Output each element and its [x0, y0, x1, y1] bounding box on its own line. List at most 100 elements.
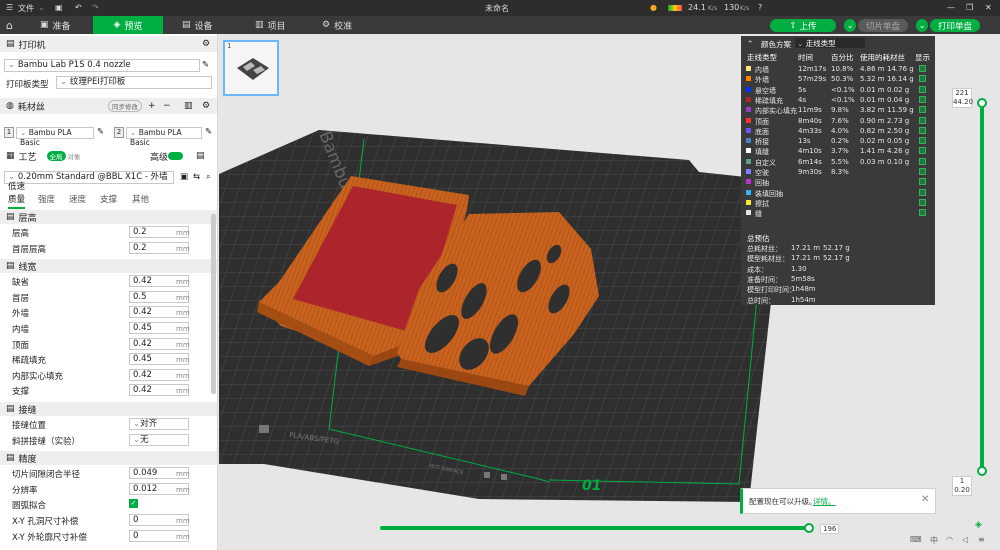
collapse-icon[interactable]: ⌃ — [747, 39, 753, 48]
restore-icon[interactable]: ❐ — [966, 3, 973, 12]
swatch-icon[interactable]: ▥ — [184, 101, 193, 111]
tab-device[interactable]: ▤ 设备 — [182, 16, 232, 34]
subtab-support[interactable]: 支撑 — [100, 193, 117, 205]
tab-prepare[interactable]: ▣ 准备 — [40, 16, 90, 34]
show-checkbox[interactable] — [919, 85, 926, 93]
close-icon[interactable]: ✕ — [921, 494, 929, 505]
layer-top-number: 221 — [955, 89, 969, 97]
edit-icon[interactable]: ✎ — [202, 60, 209, 70]
show-checkbox[interactable] — [919, 126, 926, 134]
gear-icon[interactable]: ⚙ — [202, 101, 210, 111]
plate-thumbnail[interactable]: 1 — [223, 40, 279, 96]
edit-icon[interactable]: ✎ — [97, 127, 104, 137]
move-slider-handle[interactable] — [804, 523, 814, 533]
show-checkbox[interactable] — [919, 116, 926, 124]
line-percent: 50.3% — [831, 75, 854, 84]
remove-icon[interactable]: − — [163, 101, 171, 111]
layer-bottom-height: 0.20 — [954, 486, 970, 494]
ime-icon[interactable]: 中 — [930, 535, 938, 546]
add-icon[interactable]: + — [148, 101, 156, 111]
settings-scrollbar[interactable] — [211, 214, 216, 394]
line-weight: 0.05 g — [887, 137, 910, 146]
global-toggle[interactable]: 全局 — [46, 151, 66, 161]
close-icon[interactable]: ✕ — [985, 3, 992, 12]
subtab-quality[interactable]: 质量 — [8, 193, 26, 209]
volume-icon[interactable]: ◁ — [962, 535, 968, 544]
wifi-icon[interactable]: ◠ — [946, 535, 953, 544]
slice-plate-button[interactable]: 切片单盘 — [858, 19, 908, 32]
color-scheme-label: 颜色方案 — [761, 40, 791, 49]
setting-input[interactable]: ⌄对齐 — [129, 418, 189, 430]
minimize-icon[interactable]: — — [947, 3, 955, 12]
search-icon[interactable]: ⌕ — [206, 172, 211, 182]
move-slider-track[interactable] — [380, 526, 808, 530]
layer-slider-track[interactable] — [980, 100, 984, 470]
sync-filament-button[interactable]: 同步修改 — [108, 100, 142, 112]
advanced-switch[interactable] — [168, 152, 183, 160]
home-icon[interactable]: ⌂ — [6, 16, 13, 34]
show-checkbox[interactable] — [919, 95, 926, 103]
subtab-speed[interactable]: 速度 — [69, 193, 86, 205]
notification-details-link[interactable]: 详情。 — [813, 496, 836, 507]
menu-icon[interactable]: ☰ — [6, 3, 13, 12]
plate-type-select[interactable]: ⌄ 纹理PEI打印板 — [56, 76, 212, 89]
show-checkbox[interactable] — [919, 168, 926, 175]
arc-fitting-checkbox[interactable]: ✓ — [129, 499, 138, 509]
line-percent: 3.7% — [831, 147, 849, 156]
undo-icon[interactable]: ↶ — [75, 3, 82, 12]
layer-slider-bottom-handle[interactable] — [977, 466, 987, 476]
compare-icon[interactable]: ⇆ — [193, 172, 200, 182]
show-checkbox[interactable] — [919, 188, 926, 196]
line-time: 4m33s — [798, 126, 822, 135]
column-header: 时间 — [798, 53, 813, 62]
tab-preview[interactable]: ◈ 预览 — [93, 16, 163, 34]
process-preset-select[interactable]: ⌄ 0.20mm Standard @BBL X1C - 外墙低速 — [4, 171, 174, 192]
subtab-strength[interactable]: 强度 — [38, 193, 55, 205]
shield-icon[interactable]: ● — [650, 3, 657, 12]
filament-slot-2[interactable]: 2 — [114, 127, 124, 138]
help-icon[interactable]: ? — [758, 3, 762, 12]
filament-select-1[interactable]: ⌄ Bambu PLA Basic — [16, 127, 94, 147]
show-checkbox[interactable] — [919, 137, 926, 145]
show-checkbox[interactable] — [919, 147, 926, 155]
show-checkbox[interactable] — [919, 75, 926, 83]
bed-logo-icon — [259, 425, 269, 433]
keyboard-icon[interactable]: ⌨ — [910, 535, 922, 544]
layers-icon[interactable]: ≡ — [978, 535, 985, 544]
setting-label: X-Y 外轮廓尺寸补偿 — [12, 532, 87, 543]
layers-toggle-icon[interactable]: ◈ — [975, 520, 982, 530]
redo-icon[interactable]: ↷ — [92, 3, 99, 12]
color-swatch — [746, 66, 751, 71]
show-checkbox[interactable] — [919, 198, 926, 206]
object-toggle[interactable]: 对象 — [68, 151, 81, 161]
upload-button[interactable]: ⇧ 上传 — [770, 19, 836, 32]
line-percent: 9.8% — [831, 106, 849, 115]
tab-project[interactable]: ▥ 项目 — [255, 16, 305, 34]
color-scheme-select[interactable]: ⌄ 走线类型 — [795, 38, 865, 48]
edit-icon[interactable]: ✎ — [205, 127, 212, 137]
setting-label: 稀疏填充 — [12, 356, 47, 367]
save-icon[interactable]: ▣ — [180, 172, 188, 182]
layer-slider-top-handle[interactable] — [977, 98, 987, 108]
show-checkbox[interactable] — [919, 65, 926, 72]
gear-icon[interactable]: ⚙ — [202, 39, 210, 49]
save-icon[interactable]: ▣ — [55, 3, 63, 12]
chevron-down-icon[interactable]: ⌄ — [38, 3, 45, 12]
color-swatch — [746, 179, 751, 185]
show-checkbox[interactable] — [919, 106, 926, 114]
filament-slot-1[interactable]: 1 — [4, 127, 14, 138]
setting-input[interactable]: ⌄无 — [129, 433, 189, 446]
filament-select-2[interactable]: ⌄ Bambu PLA Basic — [126, 127, 202, 147]
show-checkbox[interactable] — [919, 209, 926, 217]
print-plate-button[interactable]: 打印单盘 — [930, 19, 980, 32]
compare-icon[interactable]: ▤ — [196, 151, 205, 161]
show-checkbox[interactable] — [919, 178, 926, 186]
legend-row: 装填回抽 — [741, 188, 935, 198]
printer-select[interactable]: ⌄ Bambu Lab P1S 0.4 nozzle — [4, 59, 200, 72]
slice-dropdown[interactable]: ⌄ — [844, 19, 856, 32]
tab-calibration[interactable]: ⚙ 校准 — [322, 16, 372, 34]
subtab-other[interactable]: 其他 — [132, 193, 149, 205]
print-dropdown[interactable]: ⌄ — [916, 19, 928, 32]
file-menu[interactable]: 文件 — [18, 3, 34, 14]
show-checkbox[interactable] — [919, 157, 926, 165]
